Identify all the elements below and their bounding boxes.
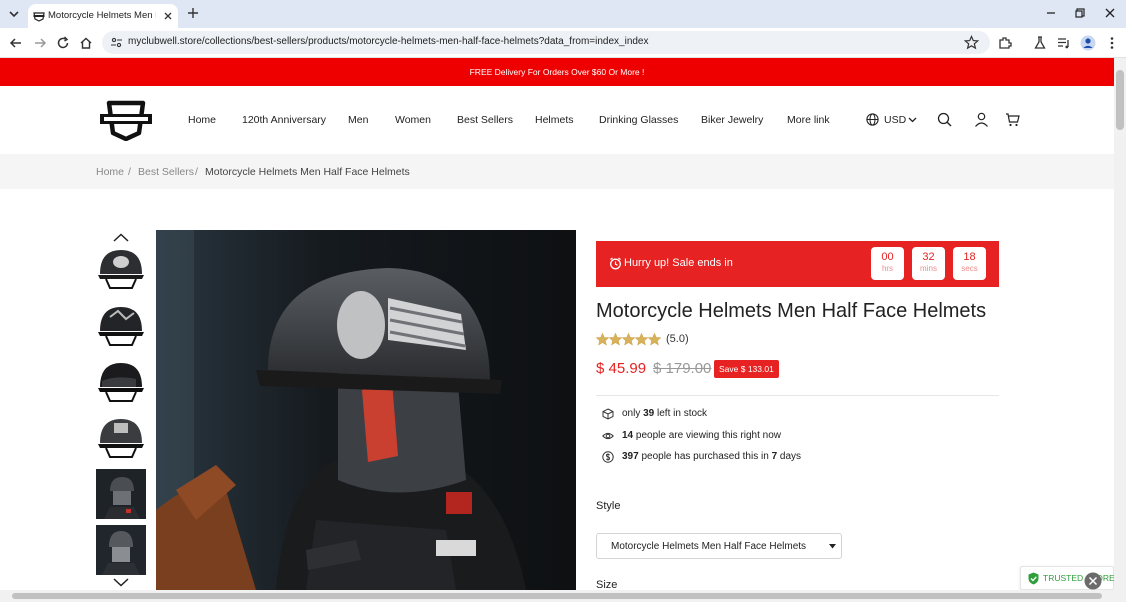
sale-label: Hurry up! Sale ends in xyxy=(624,257,733,269)
address-bar[interactable]: myclubwell.store/collections/best-seller… xyxy=(102,31,990,54)
nav-helmets[interactable]: Helmets xyxy=(535,114,574,126)
currency-label: USD xyxy=(884,114,907,126)
breadcrumb: Home / Best Sellers / Motorcycle Helmets… xyxy=(0,154,1114,189)
alarm-clock-icon xyxy=(609,257,622,270)
dollar-circle-icon xyxy=(602,451,614,463)
breadcrumb-best-sellers[interactable]: Best Sellers xyxy=(138,166,194,178)
nav-best-sellers[interactable]: Best Sellers xyxy=(457,114,513,126)
countdown-seconds: 18 secs xyxy=(953,247,986,280)
media-queue-icon[interactable] xyxy=(1056,35,1072,51)
style-select[interactable]: Motorcycle Helmets Men Half Face Helmets xyxy=(596,533,842,559)
nav-drinking-glasses[interactable]: Drinking Glasses xyxy=(599,114,678,126)
announcement-bar: FREE Delivery For Orders Over $60 Or Mor… xyxy=(0,58,1114,86)
vertical-scrollbar-thumb[interactable] xyxy=(1116,70,1124,130)
profile-avatar-icon[interactable] xyxy=(1080,35,1096,51)
nav-women[interactable]: Women xyxy=(395,114,431,126)
thumbnail-4[interactable] xyxy=(96,411,146,461)
caret-down-icon xyxy=(829,544,836,549)
countdown-seconds-value: 18 xyxy=(963,251,976,263)
box-icon xyxy=(602,408,614,420)
purchased-info: 397 people has purchased this in 7 days xyxy=(622,451,802,462)
browser-tab-strip: Motorcycle Helmets Men Half F xyxy=(0,0,1126,28)
breadcrumb-separator: / xyxy=(128,166,131,178)
home-icon[interactable] xyxy=(78,35,94,51)
breadcrumb-separator: / xyxy=(195,166,198,178)
minimize-icon[interactable] xyxy=(1044,6,1058,20)
close-window-icon[interactable] xyxy=(1103,6,1117,20)
horizontal-scrollbar[interactable] xyxy=(0,590,1126,602)
save-badge: Save $ 133.01 xyxy=(714,360,779,378)
rating-value: (5.0) xyxy=(666,333,689,345)
compare-price: $ 179.00 xyxy=(653,360,712,377)
restore-icon[interactable] xyxy=(1073,6,1087,20)
countdown-seconds-unit: secs xyxy=(961,264,978,273)
nav-men[interactable]: Men xyxy=(348,114,368,126)
url-text: myclubwell.store/collections/best-seller… xyxy=(128,36,649,47)
countdown-hours-value: 00 xyxy=(881,251,894,263)
countdown-minutes: 32 mins xyxy=(912,247,945,280)
tab-search-icon[interactable] xyxy=(6,6,22,22)
forward-icon[interactable] xyxy=(32,35,48,51)
nav-biker-jewelry[interactable]: Biker Jewelry xyxy=(701,114,763,126)
product-main-image[interactable] xyxy=(156,230,576,590)
labs-flask-icon[interactable] xyxy=(1032,35,1048,51)
current-price: $ 45.99 xyxy=(596,360,647,377)
globe-icon xyxy=(866,113,879,126)
account-icon[interactable] xyxy=(974,112,989,127)
horizontal-scrollbar-thumb[interactable] xyxy=(12,593,1102,599)
site-favicon-icon xyxy=(33,10,45,22)
browser-tab-active[interactable]: Motorcycle Helmets Men Half F xyxy=(28,4,178,28)
new-tab-icon[interactable] xyxy=(186,6,200,20)
site-info-icon[interactable] xyxy=(110,36,123,49)
widget-close-icon[interactable] xyxy=(1084,572,1102,590)
countdown-minutes-value: 32 xyxy=(922,251,935,263)
store-logo[interactable] xyxy=(99,99,153,141)
search-icon[interactable] xyxy=(937,112,952,127)
thumbnail-5[interactable] xyxy=(96,469,146,519)
product-title: Motorcycle Helmets Men Half Face Helmets xyxy=(596,300,987,322)
style-select-value: Motorcycle Helmets Men Half Face Helmets xyxy=(611,541,807,552)
viewing-info: 14 people are viewing this right now xyxy=(622,430,781,441)
bookmark-star-icon[interactable] xyxy=(964,35,979,50)
countdown-hours-unit: hrs xyxy=(881,264,894,273)
countdown-minutes-unit: mins xyxy=(920,264,937,273)
thumbnails-down-arrow-icon[interactable] xyxy=(113,578,129,587)
divider xyxy=(596,395,999,396)
site-header: Home 120th Anniversary Men Women Best Se… xyxy=(0,86,1114,154)
thumbnail-2[interactable] xyxy=(96,299,146,349)
back-icon[interactable] xyxy=(8,35,24,51)
countdown-hours: 00 hrs xyxy=(871,247,904,280)
sale-countdown-bar: Hurry up! Sale ends in 00 hrs 32 mins 18… xyxy=(596,241,999,287)
cart-icon[interactable] xyxy=(1005,112,1020,127)
style-label: Style xyxy=(596,500,621,512)
breadcrumb-current: Motorcycle Helmets Men Half Face Helmets xyxy=(205,166,410,178)
nav-more-link[interactable]: More link xyxy=(787,114,830,126)
extensions-icon[interactable] xyxy=(997,35,1013,51)
thumbnails-up-arrow-icon[interactable] xyxy=(113,233,129,242)
breadcrumb-home[interactable]: Home xyxy=(96,166,124,178)
trusted-store-label: TRUSTED STORE xyxy=(1043,573,1115,583)
stock-count: 39 xyxy=(643,408,655,419)
shield-check-icon xyxy=(1028,572,1039,585)
star-rating xyxy=(596,333,662,346)
purchased-count: 397 xyxy=(622,451,639,462)
eye-icon xyxy=(602,430,614,442)
thumbnail-1[interactable] xyxy=(96,242,146,292)
viewing-count: 14 xyxy=(622,430,634,441)
browser-toolbar: myclubwell.store/collections/best-seller… xyxy=(0,28,1126,58)
nav-home[interactable]: Home xyxy=(188,114,216,126)
nav-120th-anniversary[interactable]: 120th Anniversary xyxy=(242,114,326,126)
tab-title: Motorcycle Helmets Men Half F xyxy=(48,10,156,21)
vertical-scrollbar[interactable] xyxy=(1114,58,1126,590)
tab-close-icon[interactable] xyxy=(162,10,174,22)
stock-info: only 39 left in stock xyxy=(622,408,708,419)
reload-icon[interactable] xyxy=(55,35,71,51)
thumbnail-6[interactable] xyxy=(96,525,146,575)
thumbnail-3[interactable] xyxy=(96,355,146,405)
chevron-down-icon xyxy=(908,116,917,124)
browser-menu-icon[interactable] xyxy=(1104,35,1120,51)
